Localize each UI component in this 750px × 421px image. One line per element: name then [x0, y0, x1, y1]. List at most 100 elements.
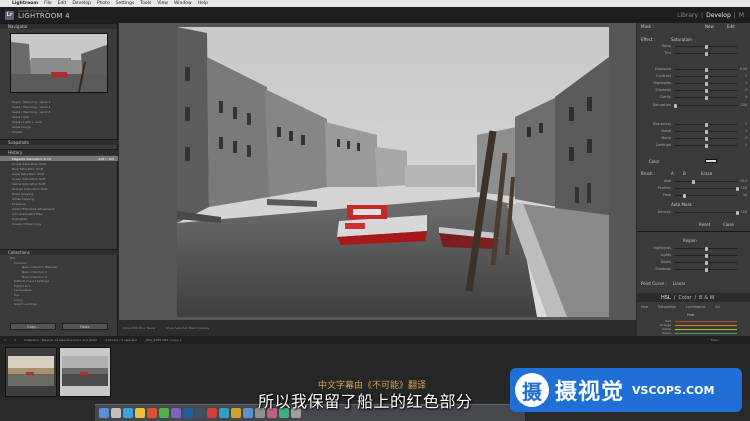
- calendar-icon[interactable]: [147, 408, 157, 418]
- slider-knob[interactable]: [704, 122, 708, 127]
- slider-knob[interactable]: [704, 51, 708, 56]
- menu-help[interactable]: Help: [198, 1, 208, 6]
- slider-row[interactable]: Size 15.0: [637, 178, 750, 185]
- slider-knob[interactable]: [682, 193, 686, 198]
- auto-mask-checkbox[interactable]: Auto Mask: [671, 202, 692, 207]
- slider-row[interactable]: Contrast 0: [637, 73, 750, 80]
- slider-row[interactable]: Highlights: [637, 245, 750, 252]
- collections-header[interactable]: Collections: [0, 249, 118, 255]
- edit-pins-select[interactable]: Show Edit Pins: Never: [123, 326, 156, 330]
- slider-value[interactable]: 0: [745, 129, 747, 133]
- slider-value[interactable]: 0: [745, 95, 747, 99]
- mask-new-button[interactable]: New: [705, 24, 714, 29]
- slider-value[interactable]: 0: [745, 143, 747, 147]
- slider-row[interactable]: Tint: [637, 50, 750, 57]
- hue-slider-track[interactable]: [675, 321, 737, 322]
- app-icon[interactable]: [243, 408, 253, 418]
- slider-value[interactable]: 0: [745, 88, 747, 92]
- slider-row[interactable]: Saturation -100: [637, 102, 750, 109]
- mask-overlay-toggle[interactable]: Show Selected Mask Overlay: [166, 326, 209, 330]
- mask-edit-button[interactable]: Edit: [727, 24, 735, 29]
- launchpad-icon[interactable]: [111, 408, 121, 418]
- brush-a-tab[interactable]: A: [671, 171, 674, 176]
- slider-row[interactable]: Feather 100: [637, 185, 750, 192]
- menu-tools[interactable]: Tools: [140, 1, 151, 6]
- lightroom-icon[interactable]: [195, 408, 205, 418]
- close-button[interactable]: Close: [723, 222, 734, 227]
- slider-value[interactable]: 100: [741, 186, 747, 190]
- slider-track[interactable]: [675, 188, 737, 189]
- filmstrip-filter[interactable]: Filter :: [711, 338, 720, 342]
- brush-erase-tab[interactable]: Erase: [701, 171, 712, 176]
- filmstrip-page-1[interactable]: 1: [4, 338, 6, 342]
- menu-edit[interactable]: Edit: [58, 1, 67, 6]
- slider-knob[interactable]: [704, 81, 708, 86]
- slider-knob[interactable]: [673, 103, 677, 108]
- slider-knob[interactable]: [704, 129, 708, 134]
- photoshop-icon[interactable]: [183, 408, 193, 418]
- slider-row[interactable]: Shadows 0: [637, 87, 750, 94]
- preset-item[interactable]: Create: [0, 129, 118, 134]
- slider-value[interactable]: 0: [745, 136, 747, 140]
- slider-row[interactable]: Shadows: [637, 266, 750, 273]
- menu-view[interactable]: View: [157, 1, 168, 6]
- slider-track[interactable]: [675, 212, 737, 213]
- slider-knob[interactable]: [735, 186, 739, 191]
- menu-file[interactable]: File: [44, 1, 52, 6]
- slider-knob[interactable]: [704, 246, 708, 251]
- copy-button[interactable]: Copy...: [10, 323, 56, 330]
- slider-row[interactable]: Highlights 0: [637, 80, 750, 87]
- all-subtab[interactable]: All: [715, 305, 719, 311]
- slider-row[interactable]: Noise 0: [637, 128, 750, 135]
- filmstrip-page-2[interactable]: 2: [14, 338, 16, 342]
- slider-knob[interactable]: [704, 267, 708, 272]
- effect-select[interactable]: Saturation: [671, 37, 692, 42]
- slider-knob[interactable]: [704, 136, 708, 141]
- main-photo[interactable]: [177, 27, 609, 317]
- slider-row[interactable]: Moire 0: [637, 135, 750, 142]
- brush-b-tab[interactable]: B: [683, 171, 686, 176]
- slider-value[interactable]: 14: [743, 193, 747, 197]
- history-item[interactable]: Create Virtual Copy: [0, 221, 118, 226]
- menu-lightroom[interactable]: Lightroom: [12, 1, 38, 6]
- slider-track[interactable]: [675, 105, 737, 106]
- slider-value[interactable]: 0.00: [740, 67, 747, 71]
- module-develop[interactable]: Develop: [706, 12, 731, 19]
- bw-tab[interactable]: B & W: [699, 295, 714, 301]
- slider-knob[interactable]: [704, 143, 708, 148]
- slider-value[interactable]: -100: [740, 103, 747, 107]
- history-header[interactable]: History: [0, 149, 118, 155]
- photo-canvas[interactable]: [119, 23, 636, 320]
- color-swatch[interactable]: [705, 159, 717, 163]
- slider-value[interactable]: 0: [745, 122, 747, 126]
- slider-knob[interactable]: [692, 179, 696, 184]
- app-icon[interactable]: [219, 408, 229, 418]
- slider-knob[interactable]: [704, 74, 708, 79]
- reset-button[interactable]: Reset: [699, 222, 710, 227]
- hue-slider-row[interactable]: Green: [637, 331, 750, 335]
- slider-row[interactable]: Darks: [637, 259, 750, 266]
- luminance-subtab[interactable]: Luminance: [686, 305, 705, 311]
- slider-knob[interactable]: [704, 88, 708, 93]
- itunes-icon[interactable]: [171, 408, 181, 418]
- snapshots-header[interactable]: Snapshots: [0, 139, 118, 145]
- slider-value[interactable]: 0: [745, 81, 747, 85]
- menu-settings[interactable]: Settings: [116, 1, 134, 6]
- hue-slider-track[interactable]: [675, 329, 737, 330]
- module-library[interactable]: Library: [677, 12, 698, 19]
- slider-row[interactable]: Lights: [637, 252, 750, 259]
- slider-value[interactable]: 15.0: [740, 179, 747, 183]
- app-icon[interactable]: [207, 408, 217, 418]
- saturation-subtab[interactable]: Saturation: [658, 305, 676, 311]
- chrome-icon[interactable]: [135, 408, 145, 418]
- slider-row[interactable]: Sharpness 0: [637, 121, 750, 128]
- slider-knob[interactable]: [704, 95, 708, 100]
- slider-row[interactable]: Exposure 0.00: [637, 66, 750, 73]
- hue-subtab[interactable]: Hue: [641, 305, 648, 311]
- menu-photo[interactable]: Photo: [97, 1, 110, 6]
- navigator-header[interactable]: Navigator: [0, 23, 117, 29]
- slider-row[interactable]: Clarity 0: [637, 94, 750, 101]
- hue-slider-track[interactable]: [675, 325, 737, 326]
- messages-icon[interactable]: [159, 408, 169, 418]
- slider-row[interactable]: Density 100: [637, 209, 750, 216]
